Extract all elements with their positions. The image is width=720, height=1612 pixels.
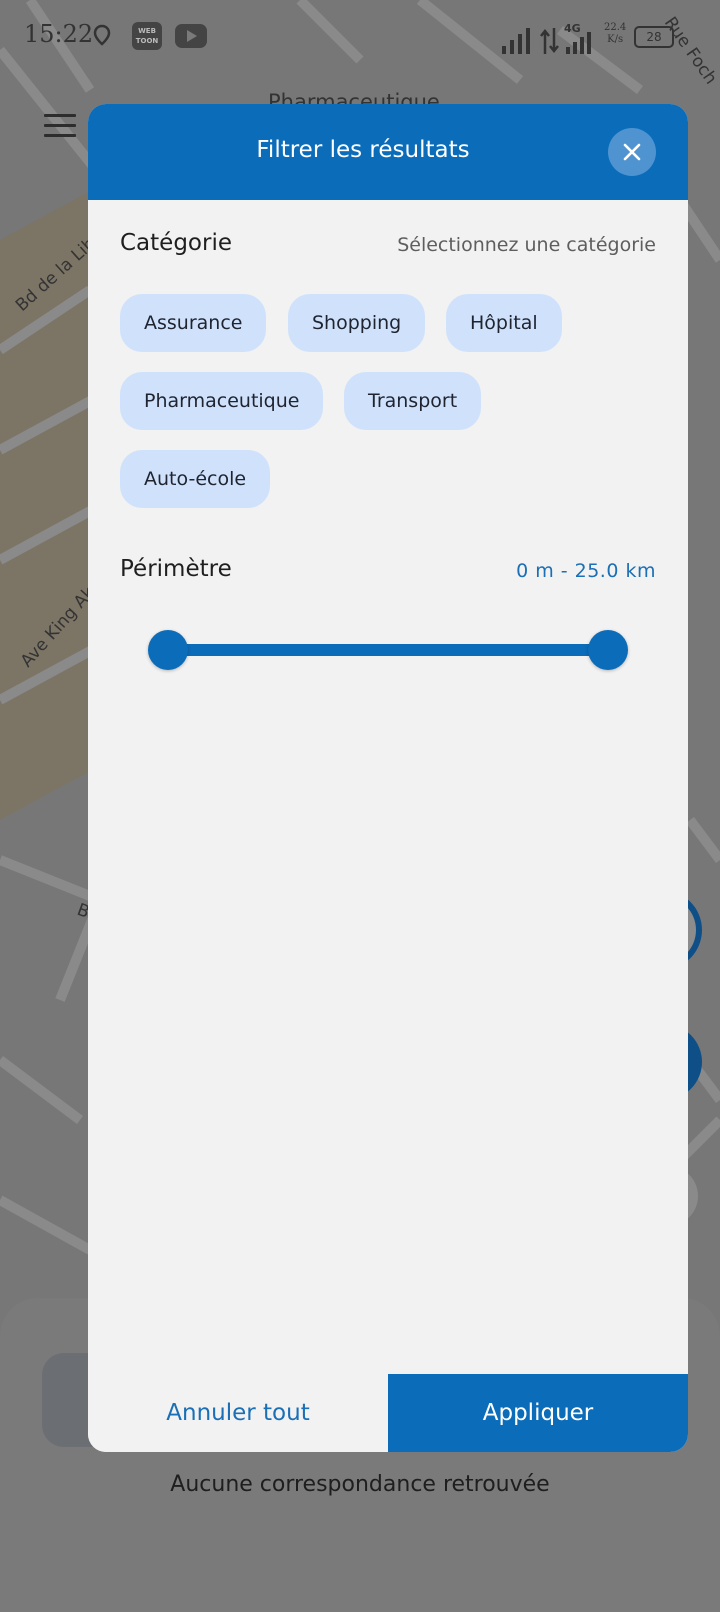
apply-button[interactable]: Appliquer [388,1374,688,1452]
empty-results-message: Aucune correspondance retrouvée [170,1472,550,1497]
dialog-header: Filtrer les résultats [88,104,688,200]
perimeter-range-value: 0 m - 25.0 km [516,560,656,582]
close-icon [623,143,641,161]
chip-pharmaceutique[interactable]: Pharmaceutique [120,372,324,430]
perimeter-range-slider[interactable] [148,628,628,672]
slider-thumb-max[interactable] [588,630,628,670]
chip-transport[interactable]: Transport [344,372,482,430]
dialog-title: Filtrer les résultats [256,137,470,163]
close-button[interactable] [608,128,656,176]
signal-strength-2-icon [566,32,591,54]
chip-shopping[interactable]: Shopping [288,294,426,352]
perimeter-label: Périmètre [120,556,232,582]
chip-hopital[interactable]: Hôpital [446,294,562,352]
webtoon-app-icon: WEB TOON [132,22,162,50]
signal-strength-icon [502,28,530,54]
filter-dialog: Filtrer les résultats Catégorie Sélectio… [88,104,688,1452]
status-time: 15:22 [24,20,94,48]
battery-icon: 28 [634,26,674,48]
status-bar: 15:22 WEB TOON 4G 22.4 K/s 28 [0,0,720,74]
cancel-all-button[interactable]: Annuler tout [88,1374,388,1452]
category-hint: Sélectionnez une catégorie [397,234,656,256]
youtube-app-icon [175,24,207,48]
chip-assurance[interactable]: Assurance [120,294,267,352]
network-speed: 22.4 K/s [604,22,627,45]
data-transfer-icon [540,28,559,54]
location-pin-icon [93,24,111,46]
dialog-footer: Annuler tout Appliquer [88,1374,688,1452]
category-label: Catégorie [120,230,232,256]
chip-auto-ecole[interactable]: Auto-école [120,450,271,508]
slider-track[interactable] [168,644,608,656]
hamburger-menu-icon[interactable] [44,114,76,138]
slider-thumb-min[interactable] [148,630,188,670]
status-indicators: 4G 22.4 K/s 28 [500,18,700,58]
